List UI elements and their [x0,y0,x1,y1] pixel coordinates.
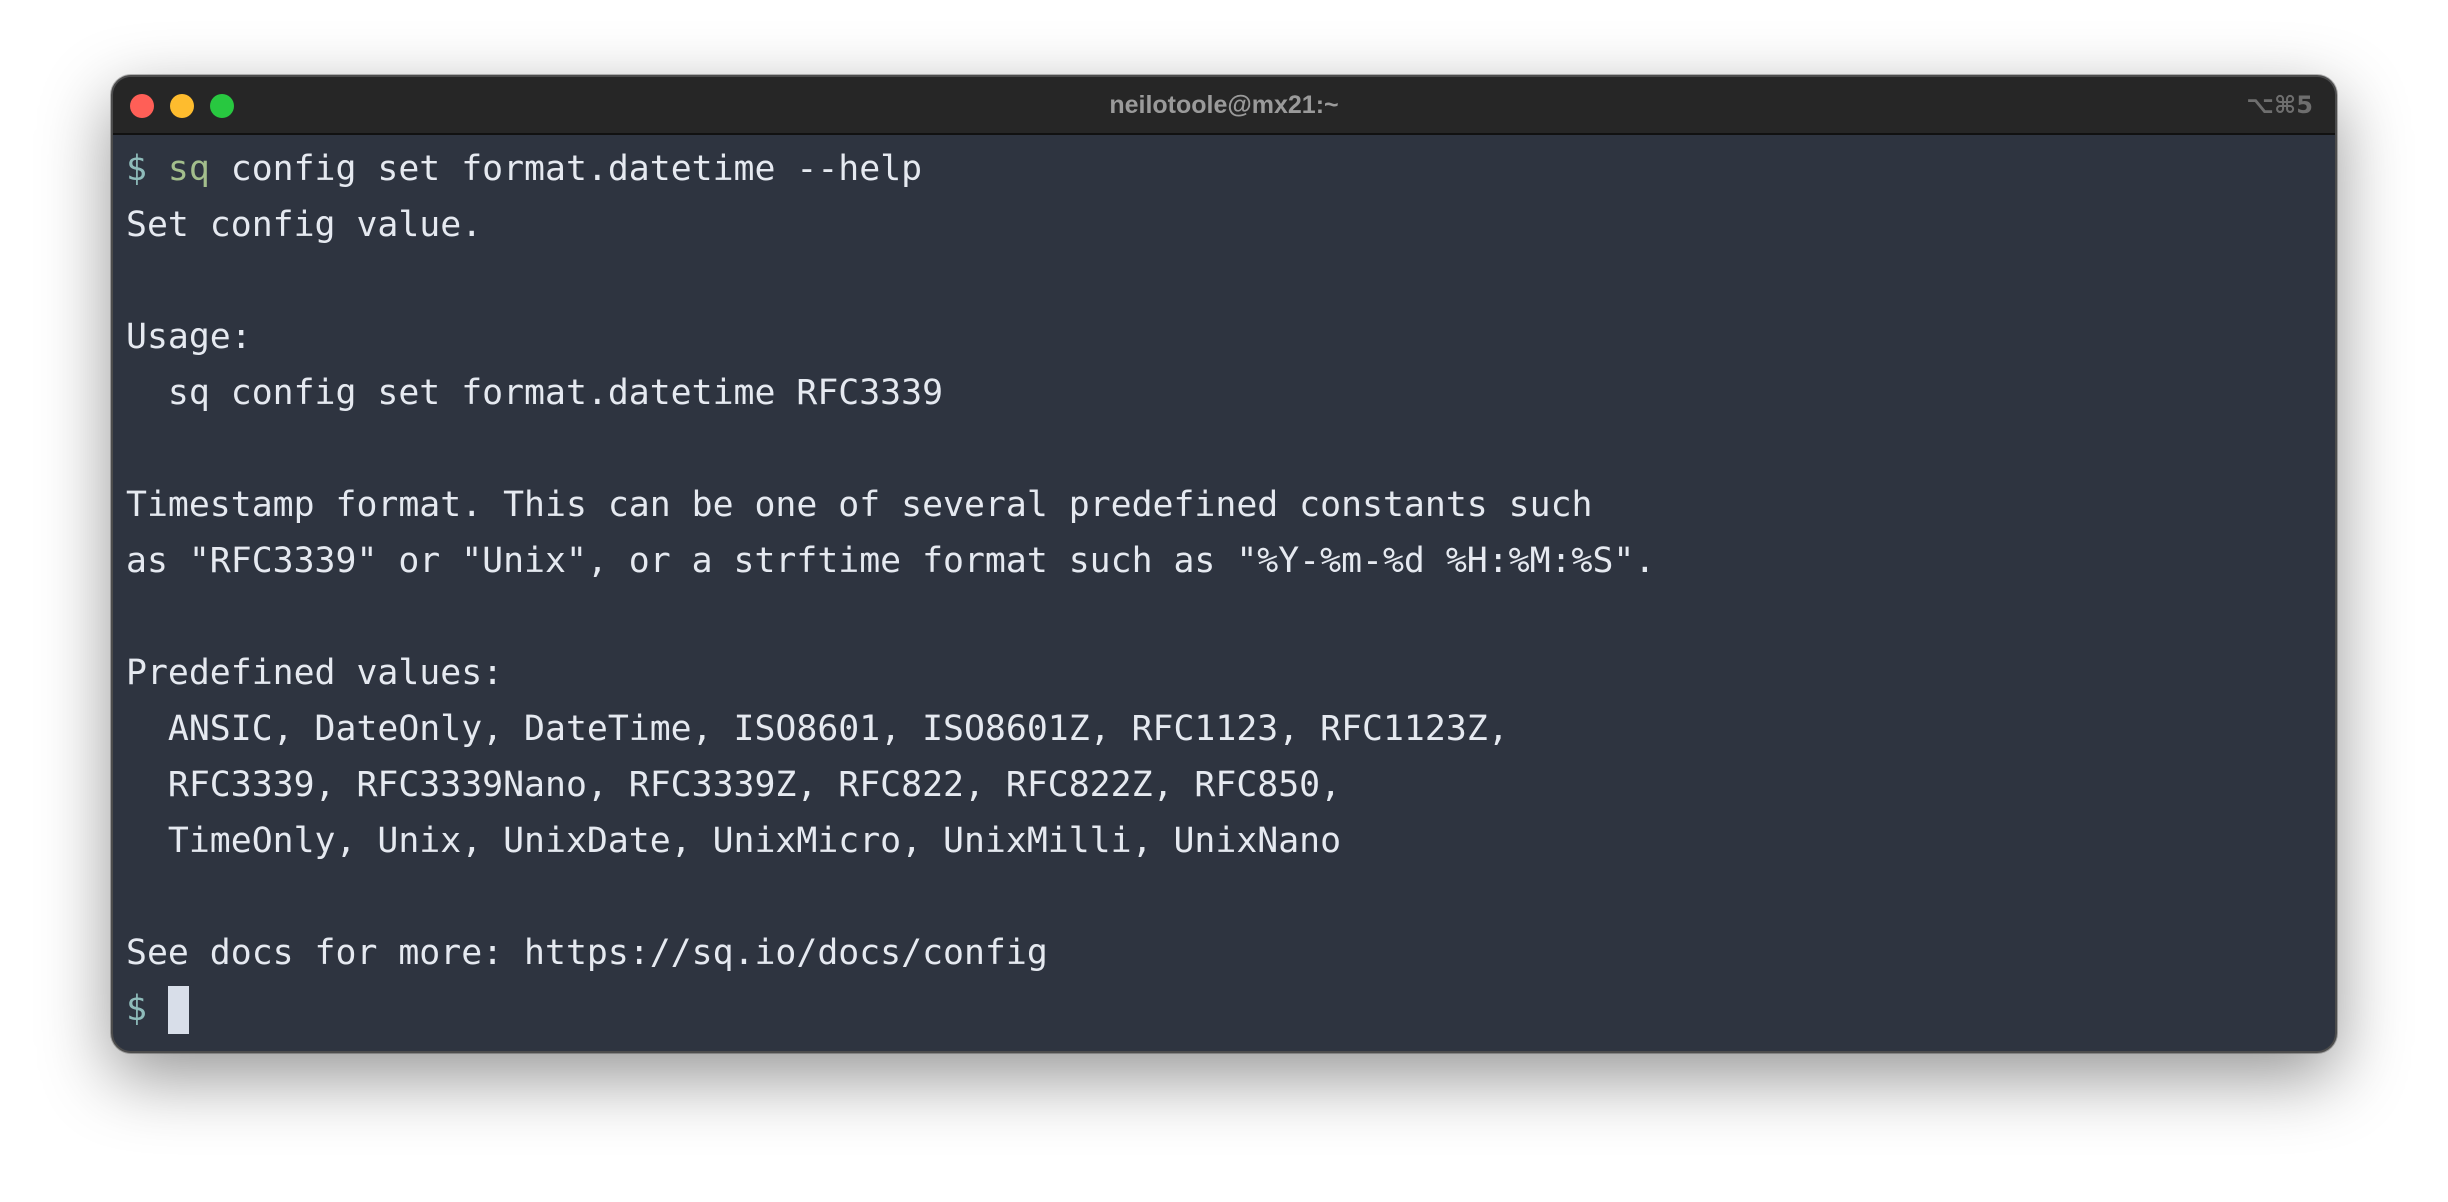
output-line: Set config value. [126,205,483,245]
final-prompt-symbol: $ [126,989,147,1029]
output-line: RFC3339, RFC3339Nano, RFC3339Z, RFC822, … [126,765,1342,805]
window-title: neilotoole@mx21:~ [1109,91,1339,119]
output-line: Predefined values: [126,653,504,693]
cursor-block [167,986,189,1034]
command-line: $ sq config set format.datetime --help [126,141,2325,197]
output-line: Usage: [126,317,252,357]
window-shortcut: ⌥⌘5 [2246,91,2313,119]
command-args: config set format.datetime --help [209,149,923,189]
terminal-window: neilotoole@mx21:~ ⌥⌘5 $ sq config set fo… [111,75,2337,1053]
output-line: as "RFC3339" or "Unix", or a strftime fo… [126,541,1656,581]
output-line: Timestamp format. This can be one of sev… [126,485,1593,525]
title-bar[interactable]: neilotoole@mx21:~ ⌥⌘5 [113,77,2335,135]
output-line: ANSIC, DateOnly, DateTime, ISO8601, ISO8… [126,709,1509,749]
output-line: TimeOnly, Unix, UnixDate, UnixMicro, Uni… [126,821,1342,861]
prompt-symbol: $ [126,149,147,189]
terminal-output[interactable]: $ sq config set format.datetime --help S… [126,141,2325,1051]
output-line: sq config set format.datetime RFC3339 [126,373,944,413]
prompt-line[interactable]: $ [126,981,2325,1037]
output-line: See docs for more: https://sq.io/docs/co… [126,933,1048,973]
command-name: sq [167,149,210,189]
